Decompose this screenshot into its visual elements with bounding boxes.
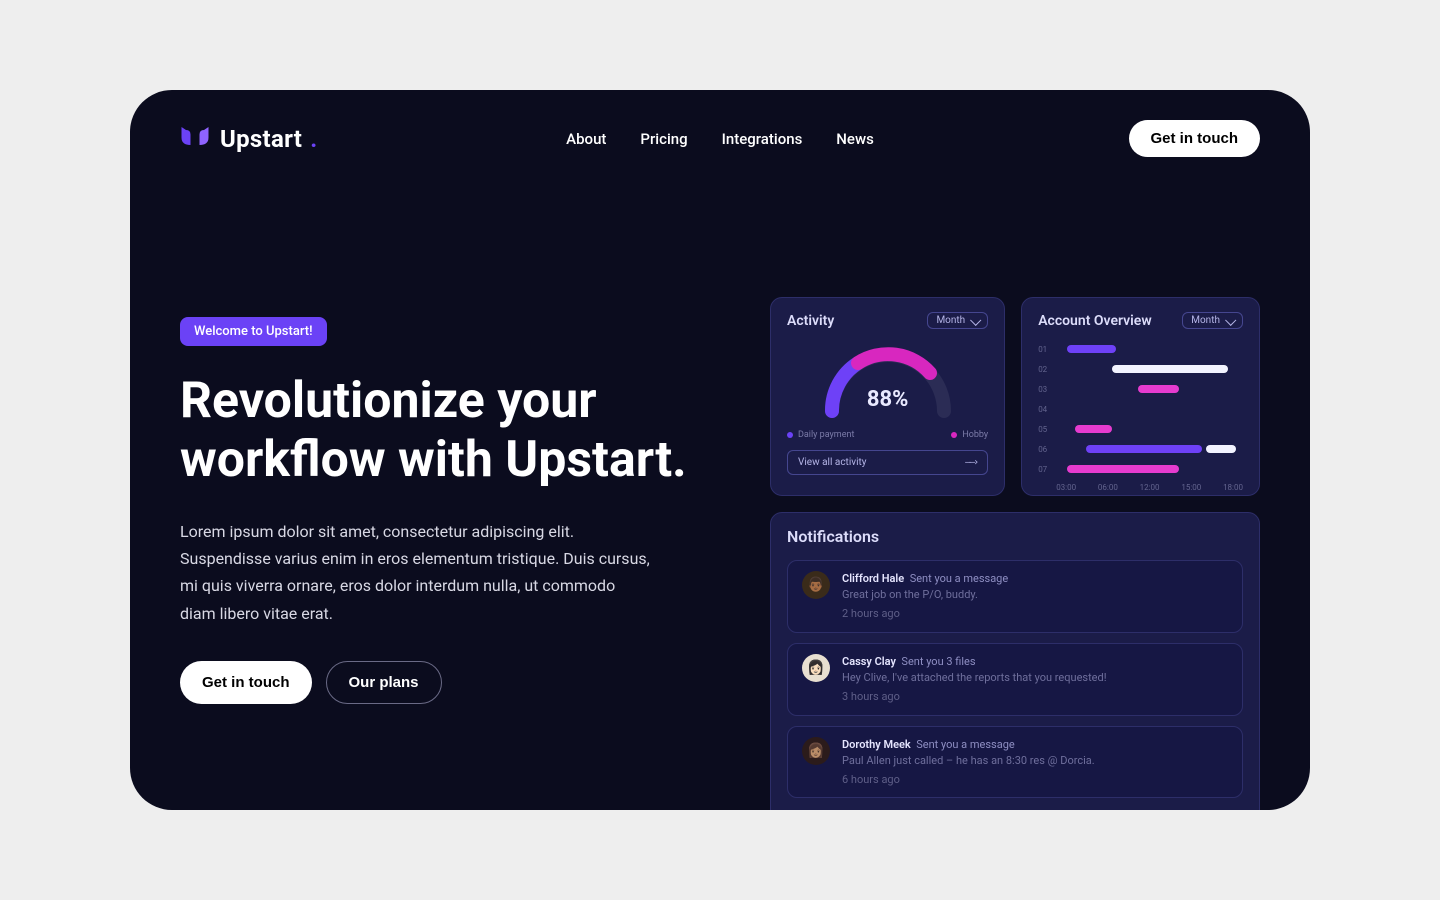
avatar: 👨🏾 [802,571,830,599]
brand-dot: . [310,125,317,153]
dashboard-preview: Activity Month [740,227,1260,810]
overview-panel: Account Overview Month 01 02 03 04 05 06 [1021,297,1260,496]
notification-item[interactable]: 👩🏽 Dorothy Meek Sent you a message Paul … [787,726,1243,799]
activity-panel: Activity Month [770,297,1005,496]
chevron-down-icon [970,314,981,325]
nav-about[interactable]: About [566,130,606,148]
nav-pricing[interactable]: Pricing [640,130,687,148]
overview-period-dropdown[interactable]: Month [1182,312,1243,329]
welcome-badge: Welcome to Upstart! [180,317,327,346]
avatar: 👩🏻 [802,654,830,682]
arrow-right-icon: ——› [965,457,977,468]
notifications-panel: Notifications 👨🏾 Clifford Hale Sent you … [770,512,1260,810]
nav-integrations[interactable]: Integrations [722,130,803,148]
notifications-title: Notifications [787,527,1243,546]
logo-icon [180,125,210,153]
legend-hobby: Hobby [962,430,988,440]
activity-gauge: 88% [818,341,958,416]
brand-logo[interactable]: Upstart. [180,125,317,153]
activity-percent: 88% [818,387,958,412]
avatar: 👩🏽 [802,737,830,765]
main-nav: About Pricing Integrations News [566,130,874,148]
activity-period-dropdown[interactable]: Month [927,312,988,329]
nav-news[interactable]: News [836,130,874,148]
notification-item[interactable]: 👨🏾 Clifford Hale Sent you a message Grea… [787,560,1243,633]
overview-timeline: 01 02 03 04 05 06 07 03:00 06:00 12:00 1… [1038,341,1243,481]
hero-subtext: Lorem ipsum dolor sit amet, consectetur … [180,518,650,627]
brand-name: Upstart [220,125,302,153]
overview-title: Account Overview [1038,313,1151,329]
notification-item[interactable]: 👩🏻 Cassy Clay Sent you 3 files Hey Clive… [787,643,1243,716]
header-cta-button[interactable]: Get in touch [1129,120,1261,157]
hero-primary-button[interactable]: Get in touch [180,661,312,704]
activity-title: Activity [787,313,834,329]
hero-secondary-button[interactable]: Our plans [326,661,442,704]
chevron-down-icon [1225,314,1236,325]
hero-headline: Revolutionize your workflow with Upstart… [180,372,740,490]
